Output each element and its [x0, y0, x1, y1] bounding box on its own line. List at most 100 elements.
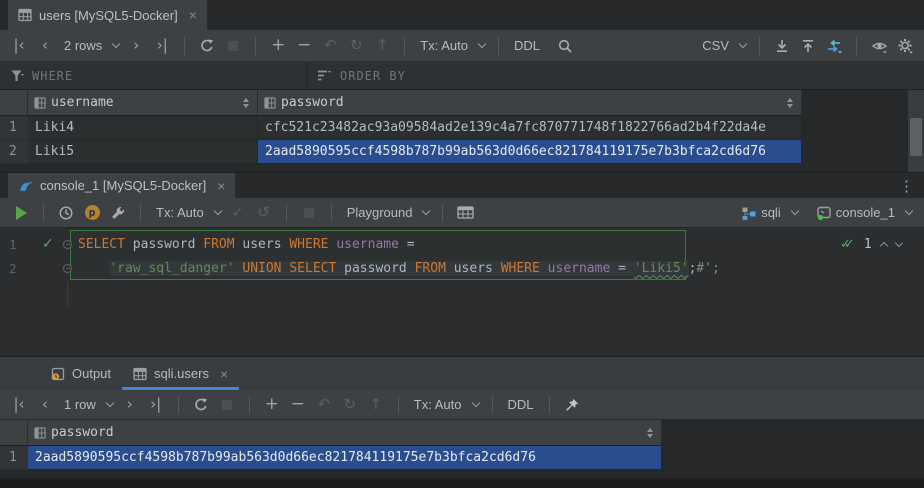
- table-icon: [18, 8, 32, 22]
- column-header-password[interactable]: password: [258, 90, 802, 116]
- line-number[interactable]: 2: [9, 261, 27, 276]
- tx-mode-dropdown[interactable]: Tx: Auto: [152, 201, 223, 225]
- submit-icon: ↑: [365, 393, 387, 417]
- console-toolbar: p Tx: Auto ✓ ↺ Playground sqli: [0, 198, 924, 228]
- cell-password-selected[interactable]: 2aad5890595ccf4598b787b99ab563d0d66ec821…: [258, 140, 802, 164]
- upload-icon[interactable]: [797, 34, 819, 58]
- console-tabstrip: console_1 [MySQL5-Docker] × ⋮: [0, 172, 924, 198]
- sort-updown-icon[interactable]: [647, 428, 653, 438]
- row-number[interactable]: 1: [0, 116, 28, 140]
- sql-editor[interactable]: 1 ✓ SELECT password FROM users WHERE use…: [0, 228, 924, 356]
- delete-row-button[interactable]: −: [293, 34, 315, 58]
- tab-output[interactable]: Output: [40, 357, 122, 390]
- sql-token: FROM: [415, 261, 446, 276]
- grid-corner-cell[interactable]: [0, 420, 28, 446]
- separator: [255, 37, 256, 55]
- previous-row-button[interactable]: ‹: [34, 34, 56, 58]
- sync-compare-icon[interactable]: [823, 34, 845, 58]
- sql-code-line[interactable]: 'raw_sql_danger' UNION SELECT password F…: [78, 261, 720, 276]
- separator: [184, 37, 185, 55]
- sql-token: password: [336, 261, 414, 276]
- more-options-icon[interactable]: ⋮: [899, 177, 914, 195]
- in-editor-results-icon[interactable]: [454, 201, 476, 225]
- settings-wrench-icon[interactable]: [107, 201, 129, 225]
- sort-updown-icon[interactable]: [787, 98, 793, 108]
- output-tabstrip: Output sqli.users ×: [0, 356, 924, 390]
- column-header-password[interactable]: password: [28, 420, 662, 446]
- grid-filter-bar: WHERE ORDER BY: [0, 62, 924, 90]
- stop-button: [298, 201, 320, 225]
- revert-icon: ↶: [319, 34, 341, 58]
- last-row-button[interactable]: ›|: [145, 393, 167, 417]
- column-icon: [34, 427, 46, 439]
- refresh-icon[interactable]: [196, 34, 218, 58]
- sort-updown-icon[interactable]: [243, 98, 249, 108]
- page-size-dropdown[interactable]: 1 row: [60, 393, 115, 417]
- next-result-icon[interactable]: [894, 239, 902, 247]
- settings-gear-icon[interactable]: [894, 34, 916, 58]
- tx-mode-dropdown[interactable]: Tx: Auto: [416, 34, 487, 58]
- separator: [498, 37, 499, 55]
- pin-tab-icon[interactable]: [561, 393, 583, 417]
- sql-token: users: [446, 261, 501, 276]
- tab-users-table[interactable]: users [MySQL5-Docker] ×: [8, 0, 207, 30]
- cell-password-selected[interactable]: 2aad5890595ccf4598b787b99ab563d0d66ec821…: [28, 446, 662, 470]
- tab-label: Output: [72, 366, 111, 381]
- chevron-down-icon: [790, 207, 798, 215]
- results-toolbar: |‹ ‹ 2 rows › ›| + − ↶ ↻ ↑ Tx: Auto DDL …: [0, 30, 924, 62]
- cell-username[interactable]: Liki5: [28, 140, 258, 164]
- refresh-icon[interactable]: [190, 393, 212, 417]
- ddl-button[interactable]: DDL: [504, 393, 538, 417]
- next-row-button[interactable]: ›: [125, 34, 147, 58]
- tab-console-1[interactable]: console_1 [MySQL5-Docker] ×: [8, 173, 235, 198]
- sql-code-line[interactable]: SELECT password FROM users WHERE usernam…: [78, 237, 415, 252]
- tab-sqli-users[interactable]: sqli.users ×: [122, 357, 239, 390]
- fold-handle-icon[interactable]: [63, 240, 72, 249]
- parameters-icon[interactable]: p: [81, 201, 103, 225]
- console-session-icon: [816, 205, 832, 221]
- previous-row-button[interactable]: ‹: [34, 393, 56, 417]
- previous-result-icon[interactable]: [879, 241, 887, 249]
- export-format-dropdown[interactable]: CSV: [698, 34, 748, 58]
- session-dropdown[interactable]: console_1: [816, 201, 914, 225]
- first-row-button[interactable]: |‹: [8, 393, 30, 417]
- close-icon[interactable]: ×: [217, 179, 225, 193]
- sql-token: SELECT: [289, 261, 336, 276]
- vertical-scrollbar[interactable]: [908, 90, 924, 172]
- search-icon[interactable]: [554, 34, 576, 58]
- next-row-button[interactable]: ›: [119, 393, 141, 417]
- cell-password[interactable]: cfc521c23482ac93a09584ad2e139c4a7fc87077…: [258, 116, 802, 140]
- row-number[interactable]: 1: [0, 446, 28, 470]
- fold-handle-icon[interactable]: [63, 264, 72, 273]
- close-icon[interactable]: ×: [220, 367, 228, 381]
- tab-label: sqli.users: [154, 366, 209, 381]
- sql-token: password: [133, 237, 203, 252]
- ddl-button[interactable]: DDL: [510, 34, 544, 58]
- add-row-button[interactable]: +: [261, 393, 283, 417]
- tab-title: users [MySQL5-Docker]: [39, 8, 178, 23]
- schema-dropdown[interactable]: sqli: [741, 201, 800, 225]
- close-icon[interactable]: ×: [189, 8, 197, 22]
- column-icon: [264, 97, 276, 109]
- first-row-button[interactable]: |‹: [8, 34, 30, 58]
- column-header-username[interactable]: username: [28, 90, 258, 116]
- order-by-filter-field[interactable]: ORDER BY: [307, 62, 416, 89]
- view-options-eye-icon[interactable]: [868, 34, 890, 58]
- scrollbar-thumb[interactable]: [910, 118, 922, 156]
- where-filter-field[interactable]: WHERE: [0, 62, 307, 89]
- download-icon[interactable]: [771, 34, 793, 58]
- grid-corner-cell[interactable]: [0, 90, 28, 116]
- page-size-dropdown[interactable]: 2 rows: [60, 34, 121, 58]
- cell-username[interactable]: Liki4: [28, 116, 258, 140]
- playground-mode-dropdown[interactable]: Playground: [343, 201, 432, 225]
- add-row-button[interactable]: +: [267, 34, 289, 58]
- delete-row-button[interactable]: −: [287, 393, 309, 417]
- last-row-button[interactable]: ›|: [151, 34, 173, 58]
- history-clock-icon[interactable]: [55, 201, 77, 225]
- line-number[interactable]: 1: [9, 237, 27, 252]
- row-number[interactable]: 2: [0, 140, 28, 164]
- panel-spacer: [0, 470, 924, 478]
- sql-token: FROM: [203, 237, 242, 252]
- run-button[interactable]: [10, 201, 32, 225]
- tx-mode-dropdown[interactable]: Tx: Auto: [410, 393, 481, 417]
